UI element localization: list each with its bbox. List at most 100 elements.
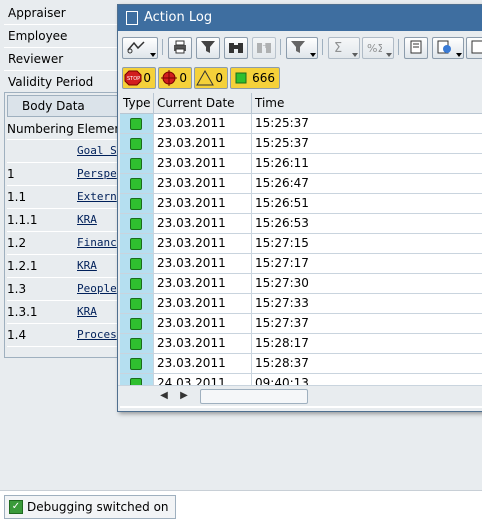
row-date: 23.03.2011 (154, 174, 252, 193)
row-numbering: 1 (7, 167, 15, 181)
column-header-current-date[interactable]: Current Date (154, 93, 252, 113)
row-time: 15:27:17 (255, 256, 309, 270)
row-time: 15:27:33 (255, 296, 309, 310)
error-counter-button[interactable]: 0 (158, 67, 192, 89)
row-time: 15:28:17 (255, 336, 309, 350)
row-element-link[interactable]: KRA (77, 255, 97, 277)
dialog-toolbar: + Σ %Σ (118, 33, 482, 61)
column-header-type[interactable]: Type (120, 93, 154, 113)
row-time: 15:25:37 (255, 116, 309, 130)
success-icon (235, 72, 247, 84)
status-message: ✓ Debugging switched on (4, 495, 176, 519)
stop-icon: STOP (124, 70, 142, 86)
success-check-icon: ✓ (9, 500, 23, 514)
table-row[interactable]: 23.03.2011 15:28:17 (120, 334, 482, 354)
filter-button[interactable] (196, 37, 220, 59)
dialog-titlebar[interactable]: Action Log (118, 5, 482, 31)
table-row[interactable]: 23.03.2011 15:27:17 (120, 254, 482, 274)
row-time: 15:27:37 (255, 316, 309, 330)
sum-button[interactable]: Σ (328, 37, 360, 59)
table-row[interactable]: 23.03.2011 15:27:33 (120, 294, 482, 314)
row-time: 15:28:37 (255, 356, 309, 370)
row-type-cell (120, 294, 154, 313)
status-success-icon (130, 278, 142, 290)
row-numbering: 1.1.1 (7, 213, 38, 227)
set-filter-button[interactable] (286, 37, 318, 59)
print-button[interactable] (168, 37, 192, 59)
svg-text:+: + (262, 41, 269, 50)
filter-icon (201, 41, 215, 53)
row-time: 15:26:53 (255, 216, 309, 230)
success-counter-button[interactable]: 666 (230, 67, 280, 89)
status-success-icon (130, 258, 142, 270)
row-date: 23.03.2011 (154, 134, 252, 153)
row-element-link[interactable]: KRA (77, 301, 97, 323)
table-row[interactable]: 23.03.2011 15:27:37 (120, 314, 482, 334)
subtotal-button[interactable]: %Σ (362, 37, 394, 59)
table-row[interactable]: 23.03.2011 15:26:51 (120, 194, 482, 214)
row-element-link[interactable]: Extern (77, 186, 117, 208)
table-row[interactable]: 23.03.2011 15:27:30 (120, 274, 482, 294)
row-element-link[interactable]: Proces (77, 324, 117, 346)
body-table-row: 1.1.1 KRA (7, 209, 125, 232)
table-row[interactable]: 23.03.2011 15:26:11 (120, 154, 482, 174)
stop-count: 0 (143, 71, 151, 85)
body-table-row: 1 Perspe (7, 163, 125, 186)
warning-counter-button[interactable]: 0 (194, 67, 228, 89)
find-next-icon: + (257, 41, 271, 53)
row-date: 23.03.2011 (154, 314, 252, 333)
row-element-link[interactable]: Goal S (77, 140, 117, 162)
row-type-cell (120, 214, 154, 233)
table-row[interactable]: 23.03.2011 15:26:47 (120, 174, 482, 194)
row-time: 15:25:37 (255, 136, 309, 150)
row-numbering: 1.3.1 (7, 305, 38, 319)
row-numbering: 1.1 (7, 190, 27, 204)
scroll-left-icon[interactable]: ◀ (158, 389, 170, 403)
tab-body-data[interactable]: Body Data (7, 95, 135, 117)
svg-text:%Σ: %Σ (367, 42, 382, 54)
row-element-link[interactable]: KRA (77, 209, 97, 231)
find-button[interactable] (224, 37, 248, 59)
status-success-icon (130, 178, 142, 190)
table-row[interactable]: 23.03.2011 15:25:37 (120, 114, 482, 134)
set-filter-icon (291, 41, 305, 53)
print-icon (174, 40, 186, 54)
status-success-icon (130, 318, 142, 330)
body-table-row: 1.2 Financ (7, 232, 125, 255)
table-row[interactable]: 23.03.2011 15:26:53 (120, 214, 482, 234)
column-header-numbering: Numbering (7, 122, 74, 136)
row-element-link[interactable]: People (77, 278, 117, 300)
table-row[interactable]: 23.03.2011 15:28:37 (120, 354, 482, 374)
table-header: Type Current Date Time (120, 93, 482, 114)
row-time: 15:26:51 (255, 196, 309, 210)
stop-counter-button[interactable]: STOP 0 (122, 67, 156, 89)
find-next-button[interactable]: + (252, 37, 276, 59)
scrollbar-thumb[interactable] (200, 389, 308, 404)
row-type-cell (120, 314, 154, 333)
row-time: 15:26:47 (255, 176, 309, 190)
row-date: 23.03.2011 (154, 254, 252, 273)
action-log-table: Type Current Date Time 23.03.2011 15:25:3… (120, 93, 482, 408)
tree-detail-button[interactable] (122, 37, 158, 59)
error-count: 0 (179, 71, 187, 85)
tree-detail-icon (127, 41, 145, 54)
body-table-row: 1.4 Proces (7, 324, 125, 347)
column-header-time[interactable]: Time (252, 93, 482, 113)
horizontal-scrollbar[interactable]: ◀ ▶ (118, 385, 482, 406)
scroll-right-icon[interactable]: ▶ (178, 389, 190, 403)
status-success-icon (130, 358, 142, 370)
body-table-header: Numbering Element (7, 119, 127, 140)
table-row[interactable]: 23.03.2011 15:25:37 (120, 134, 482, 154)
row-element-link[interactable]: Perspe (77, 163, 117, 185)
table-row[interactable]: 23.03.2011 15:27:15 (120, 234, 482, 254)
subtotal-icon: %Σ (367, 42, 382, 54)
print-preview-button[interactable] (404, 37, 428, 59)
status-success-icon (130, 238, 142, 250)
body-table-row: Goal S (7, 140, 125, 163)
row-date: 23.03.2011 (154, 354, 252, 373)
warning-icon (196, 70, 214, 86)
row-date: 23.03.2011 (154, 114, 252, 133)
layout-button[interactable] (466, 37, 482, 59)
row-element-link[interactable]: Financ (77, 232, 117, 254)
export-button[interactable] (432, 37, 464, 59)
